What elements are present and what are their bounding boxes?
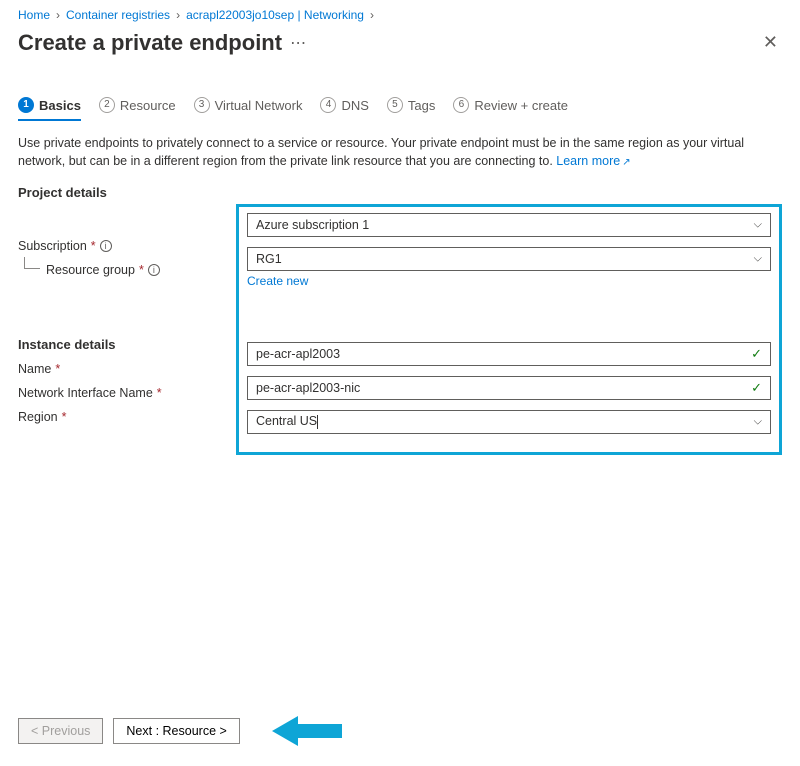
tab-basics[interactable]: 1 Basics xyxy=(18,91,81,121)
breadcrumb: Home › Container registries › acrapl2200… xyxy=(0,0,800,26)
label-nic-name: Network Interface Name* xyxy=(18,386,218,400)
region-select[interactable]: Central US ⌵ xyxy=(247,410,771,434)
chevron-down-icon: ⌵ xyxy=(754,218,762,231)
create-new-link[interactable]: Create new xyxy=(247,274,308,288)
input-value: pe-acr-apl2003-nic xyxy=(256,381,360,395)
breadcrumb-resource[interactable]: acrapl22003jo10sep | Networking xyxy=(186,8,364,22)
chevron-down-icon: ⌵ xyxy=(754,415,762,428)
tab-resource[interactable]: 2 Resource xyxy=(99,91,176,121)
step-number-icon: 5 xyxy=(387,97,403,113)
name-input[interactable]: pe-acr-apl2003 ✓ xyxy=(247,342,771,366)
chevron-right-icon: › xyxy=(56,8,60,22)
info-icon[interactable]: i xyxy=(100,240,112,252)
previous-button: < Previous xyxy=(18,718,103,744)
page-title: Create a private endpoint xyxy=(18,30,282,56)
tab-tags[interactable]: 5 Tags xyxy=(387,91,435,121)
indent-line xyxy=(24,257,40,269)
section-instance-details: Instance details xyxy=(18,337,236,352)
resource-group-select[interactable]: RG1 ⌵ xyxy=(247,247,771,271)
wizard-footer: < Previous Next : Resource > xyxy=(0,702,800,766)
checkmark-icon: ✓ xyxy=(751,346,762,362)
page-header: Create a private endpoint ⋯ ✕ xyxy=(0,26,800,71)
arrow-left-icon xyxy=(272,714,342,748)
label-subscription: Subscription* i xyxy=(18,239,218,253)
tab-label: Resource xyxy=(120,98,176,113)
input-value: pe-acr-apl2003 xyxy=(256,347,340,361)
step-number-icon: 4 xyxy=(320,97,336,113)
step-number-icon: 2 xyxy=(99,97,115,113)
label-resource-group: Resource group* i xyxy=(46,263,218,277)
external-link-icon: ↗ xyxy=(622,157,630,168)
select-value: Azure subscription 1 xyxy=(256,218,369,232)
description-body: Use private endpoints to privately conne… xyxy=(18,136,744,168)
step-number-icon: 6 xyxy=(453,97,469,113)
close-icon[interactable]: ✕ xyxy=(759,28,782,57)
tab-review-create[interactable]: 6 Review + create xyxy=(453,91,568,121)
tab-label: Virtual Network xyxy=(215,98,303,113)
tab-label: Tags xyxy=(408,98,435,113)
info-icon[interactable]: i xyxy=(148,264,160,276)
learn-more-link[interactable]: Learn more↗ xyxy=(556,154,630,168)
subscription-select[interactable]: Azure subscription 1 ⌵ xyxy=(247,213,771,237)
checkmark-icon: ✓ xyxy=(751,380,762,396)
tab-dns[interactable]: 4 DNS xyxy=(320,91,368,121)
description-text: Use private endpoints to privately conne… xyxy=(18,134,782,171)
wizard-tabs: 1 Basics 2 Resource 3 Virtual Network 4 … xyxy=(0,91,800,122)
section-project-details: Project details xyxy=(18,185,782,200)
chevron-right-icon: › xyxy=(370,8,374,22)
label-name: Name* xyxy=(18,362,218,376)
step-number-icon: 1 xyxy=(18,97,34,113)
step-number-icon: 3 xyxy=(194,97,210,113)
tab-label: Review + create xyxy=(474,98,568,113)
tab-label: DNS xyxy=(341,98,368,113)
highlighted-fields: Azure subscription 1 ⌵ RG1 ⌵ Create new xyxy=(236,204,782,455)
tab-label: Basics xyxy=(39,98,81,113)
more-icon[interactable]: ⋯ xyxy=(282,33,306,53)
main-content: Use private endpoints to privately conne… xyxy=(0,122,800,463)
chevron-right-icon: › xyxy=(176,8,180,22)
chevron-down-icon: ⌵ xyxy=(754,252,762,265)
select-value: RG1 xyxy=(256,252,282,266)
select-value: Central US xyxy=(256,414,318,429)
tab-virtual-network[interactable]: 3 Virtual Network xyxy=(194,91,303,121)
label-region: Region* xyxy=(18,410,218,424)
nic-name-input[interactable]: pe-acr-apl2003-nic ✓ xyxy=(247,376,771,400)
breadcrumb-home[interactable]: Home xyxy=(18,8,50,22)
breadcrumb-registries[interactable]: Container registries xyxy=(66,8,170,22)
next-button[interactable]: Next : Resource > xyxy=(113,718,239,744)
